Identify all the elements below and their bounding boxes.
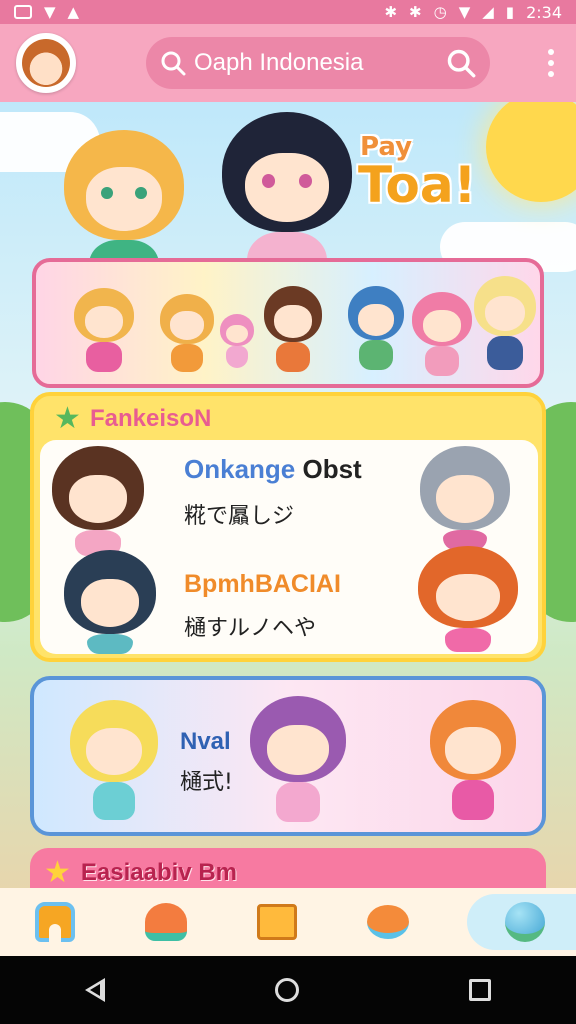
back-icon[interactable] — [85, 978, 105, 1002]
strip-character[interactable] — [264, 286, 322, 372]
featured-character — [64, 550, 156, 654]
recent-apps-icon[interactable] — [469, 979, 491, 1001]
search-bar[interactable]: Oaph Indonesia — [146, 37, 490, 89]
event-title: Nval — [180, 728, 231, 755]
vibrate-icon: ✱ — [409, 2, 422, 21]
featured-title-1a: Onkange — [184, 454, 296, 484]
battery-icon: ▮ — [505, 2, 515, 21]
star-icon: ★ — [54, 401, 81, 436]
avatar[interactable] — [16, 33, 76, 93]
avatar-image — [22, 39, 70, 87]
home-button-icon[interactable] — [275, 978, 299, 1002]
strip-character[interactable] — [412, 292, 472, 376]
strip-character[interactable] — [220, 314, 254, 368]
featured-tag-label: FankeisoN — [90, 405, 212, 432]
signal-icon: ◢ — [482, 2, 494, 21]
featured-subtitle-2: 樋すルノヘや — [184, 616, 317, 641]
system-navigation-bar — [0, 956, 576, 1024]
sparkle-icon — [145, 903, 188, 941]
hero-title: Pay Toa! — [358, 132, 476, 214]
globe-icon — [504, 902, 545, 942]
panel-character — [70, 700, 158, 820]
more-menu-icon[interactable] — [542, 43, 560, 83]
panel-character — [430, 700, 516, 820]
hero-title-text: Toa! — [358, 156, 477, 214]
gallery-icon — [14, 5, 32, 19]
panel-character — [250, 696, 346, 822]
strip-character[interactable] — [348, 286, 404, 370]
gift-box-icon — [256, 904, 297, 940]
status-time: 2:34 — [526, 2, 562, 22]
nav-gifts[interactable] — [245, 894, 309, 950]
featured-character — [420, 446, 510, 550]
status-left-icons: ▼ ▲ — [14, 2, 80, 21]
search-submit-icon[interactable] — [446, 48, 476, 78]
featured-subtitle-1: 糀で屭しジ — [184, 504, 295, 529]
strip-character[interactable] — [74, 288, 134, 372]
nav-world[interactable] — [466, 894, 576, 950]
featured-content: Onkange Obst 糀で屭しジ BpmhBACIAI 樋すルノヘや — [40, 440, 538, 654]
status-right-icons: ✱ ✱ ◷ ▼ ◢ ▮ 2:34 — [384, 3, 562, 22]
character-strip[interactable] — [32, 258, 544, 388]
section-header-label: Easiaabiv Bm — [80, 859, 237, 886]
search-icon — [161, 51, 186, 76]
featured-character — [52, 446, 144, 556]
strip-character[interactable] — [474, 276, 536, 370]
featured-tag: ★ FankeisoN — [54, 404, 211, 434]
wifi-icon: ▼ — [458, 2, 471, 21]
search-input[interactable]: Oaph Indonesia — [194, 49, 446, 77]
alarm-icon: ◷ — [433, 2, 447, 21]
featured-title-1: Onkange Obst — [184, 454, 362, 485]
character-icon — [366, 905, 409, 939]
home-icon — [35, 902, 76, 942]
star-icon: ★ — [44, 855, 71, 890]
featured-title-2: BpmhBACIAI — [184, 570, 341, 598]
featured-title-1b: Obst — [302, 454, 362, 484]
nav-characters[interactable] — [356, 894, 420, 950]
strip-character[interactable] — [160, 294, 214, 372]
bottom-navigation — [0, 888, 576, 956]
shield-icon: ▼ — [44, 2, 56, 21]
home-icon: ▲ — [67, 2, 80, 21]
event-panel[interactable]: Nval 樋式! — [30, 676, 546, 836]
sun-decoration — [486, 102, 576, 202]
featured-character — [418, 546, 518, 652]
status-bar: ▼ ▲ ✱ ✱ ◷ ▼ ◢ ▮ 2:34 — [0, 0, 576, 24]
bluetooth-icon: ✱ — [384, 2, 398, 21]
featured-panel[interactable]: ★ FankeisoN Onkange Obst 糀で屭しジ BpmhBACIA… — [30, 392, 546, 662]
event-subtitle: 樋式! — [180, 770, 233, 795]
app-bar: Oaph Indonesia — [0, 24, 576, 102]
nav-home[interactable] — [23, 894, 87, 950]
nav-explore[interactable] — [134, 894, 198, 950]
